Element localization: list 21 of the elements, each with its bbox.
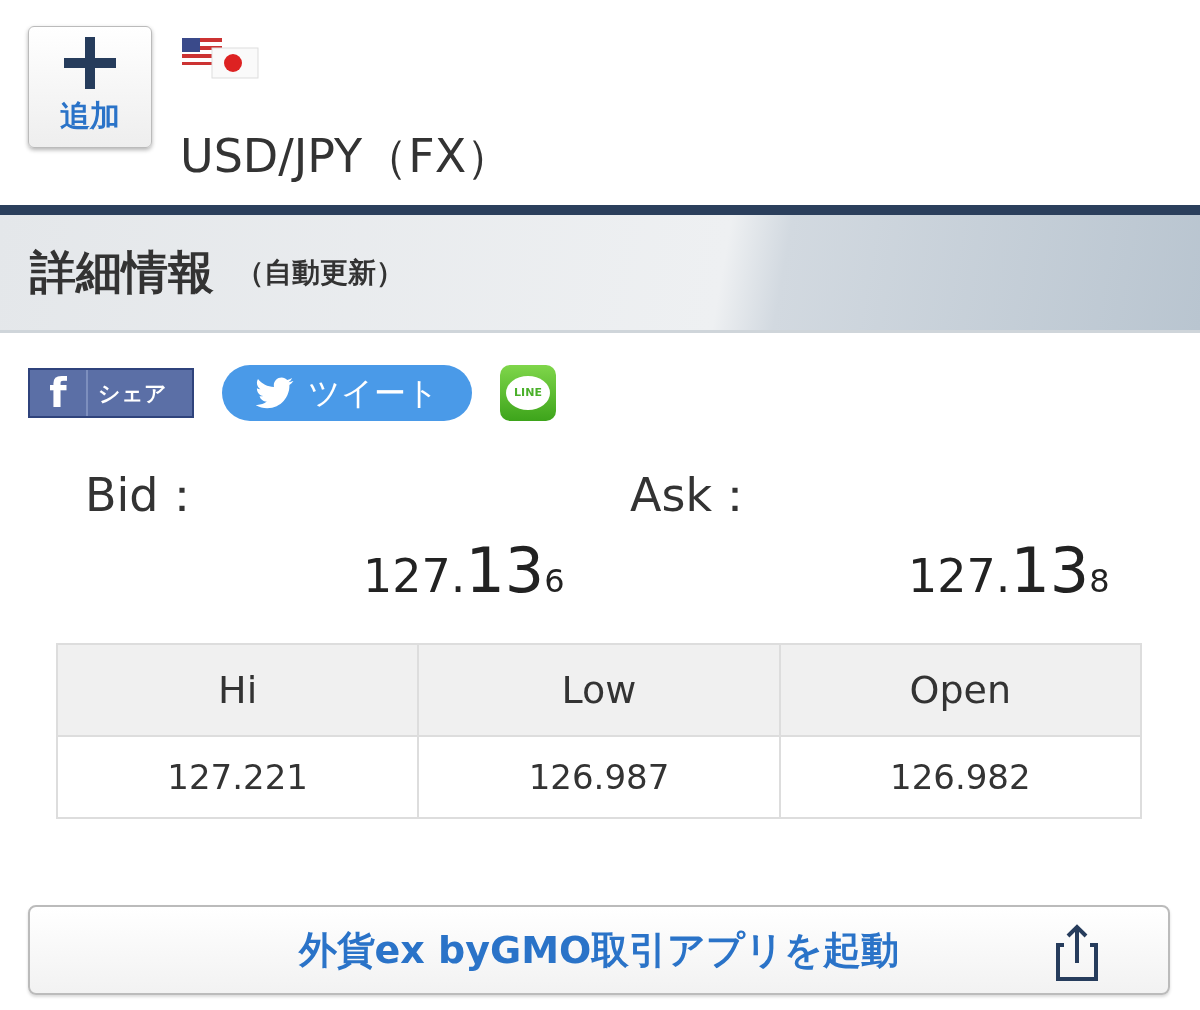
column-header: Open <box>779 644 1141 736</box>
line-share-button[interactable]: LINE <box>500 365 556 421</box>
column-header: Low <box>418 644 780 736</box>
bird-icon <box>255 377 294 409</box>
table-cell: 127.221 <box>57 736 419 818</box>
add-button[interactable]: 追加 <box>28 26 152 148</box>
table-cell: 126.987 <box>418 736 780 818</box>
launch-app-button[interactable]: 外貨ex byGMO取引アプリを起動 <box>28 905 1170 995</box>
column-header: Hi <box>57 644 419 736</box>
share-icon <box>1056 923 1098 981</box>
section-title: 詳細情報 <box>30 244 214 301</box>
quote-label: Bid： <box>85 467 206 524</box>
quote-price: 127.138 <box>908 533 1110 609</box>
flags-icon <box>180 36 260 80</box>
quote-label: Ask： <box>630 467 760 524</box>
tweet-button[interactable]: ツイート <box>222 365 472 421</box>
plus-icon <box>64 36 116 89</box>
auto-update-note: （自動更新） <box>236 254 404 291</box>
table-cell: 126.982 <box>779 736 1141 818</box>
facebook-share-button[interactable]: f シェア <box>28 368 194 418</box>
quote-price: 127.136 <box>363 533 565 609</box>
